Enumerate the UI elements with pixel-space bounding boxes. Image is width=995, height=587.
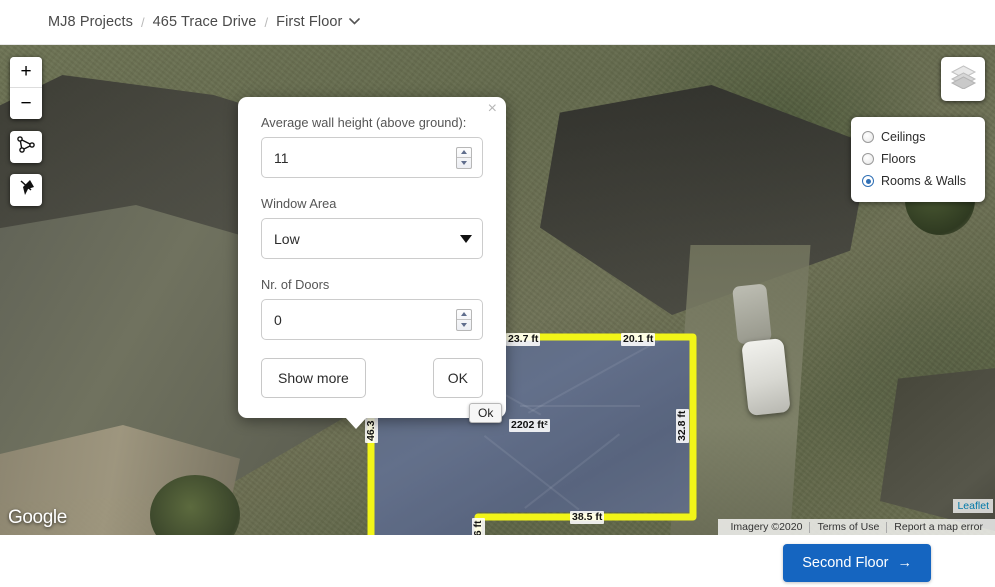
breadcrumb-item-projects[interactable]: MJ8 Projects [48, 14, 133, 30]
edge-label-6-6: 6.6 ft [472, 518, 485, 535]
breadcrumb-item-address[interactable]: 465 Trace Drive [153, 14, 257, 30]
layer-label-rooms-walls: Rooms & Walls [881, 174, 966, 188]
stepper-down-icon[interactable] [457, 320, 471, 330]
zoom-in-button[interactable]: + [10, 57, 42, 88]
ok-tooltip: Ok [469, 403, 503, 423]
zoom-out-button[interactable]: − [10, 88, 42, 119]
zoom-control[interactable]: + − [10, 57, 42, 119]
breadcrumb-separator: / [264, 14, 269, 30]
layers-panel[interactable]: Ceilings Floors Rooms & Walls [851, 117, 985, 202]
layer-option-ceilings[interactable]: Ceilings [862, 126, 975, 148]
wall-height-input[interactable]: 11 [261, 137, 483, 178]
room-properties-dialog: × Average wall height (above ground): 11… [238, 97, 506, 429]
pointer-pick-icon [16, 177, 37, 203]
map-attribution-bar: Imagery ©2020 Terms of Use Report a map … [718, 519, 995, 535]
radio-rooms-walls-icon[interactable] [862, 175, 874, 187]
chevron-down-icon[interactable] [460, 234, 472, 243]
radio-ceilings-icon[interactable] [862, 131, 874, 143]
show-more-button[interactable]: Show more [261, 358, 366, 398]
field-window-area: Window Area Low [261, 196, 483, 259]
edge-label-38-5: 38.5 ft [570, 511, 605, 524]
attribution-report-link[interactable]: Report a map error [887, 521, 990, 533]
attribution-terms-link[interactable]: Terms of Use [810, 521, 886, 533]
pick-select-tool-button[interactable] [10, 174, 42, 206]
breadcrumb-item-floor[interactable]: First Floor [276, 14, 361, 30]
app-root: MJ8 Projects / 465 Trace Drive / First F… [0, 0, 995, 587]
stepper-up-icon[interactable] [457, 310, 471, 320]
doors-value: 0 [274, 311, 282, 328]
second-floor-label: Second Floor [802, 555, 889, 571]
google-watermark: Google [8, 507, 67, 528]
field-wall-height: Average wall height (above ground): 11 [261, 115, 483, 178]
dialog-actions: Show more OK [261, 358, 483, 398]
edge-label-23-7: 23.7 ft [506, 333, 541, 346]
radio-floors-icon[interactable] [862, 153, 874, 165]
arrow-right-icon: → [897, 555, 913, 571]
doors-input[interactable]: 0 [261, 299, 483, 340]
doors-stepper[interactable] [456, 308, 472, 331]
breadcrumb-bar: MJ8 Projects / 465 Trace Drive / First F… [0, 0, 995, 45]
window-area-select[interactable]: Low [261, 218, 483, 259]
bottom-bar: Second Floor → [0, 535, 995, 587]
window-area-label: Window Area [261, 196, 337, 211]
layers-toggle-button[interactable] [941, 57, 985, 101]
attribution-imagery: Imagery ©2020 [730, 521, 803, 533]
breadcrumb-separator: / [141, 14, 145, 30]
draw-polygon-tool-button[interactable] [10, 131, 42, 163]
stepper-up-icon[interactable] [457, 148, 471, 158]
edge-label-20-1: 20.1 ft [621, 333, 656, 346]
layer-label-ceilings: Ceilings [881, 130, 926, 144]
second-floor-button[interactable]: Second Floor → [783, 544, 931, 582]
stepper-down-icon[interactable] [457, 158, 471, 168]
polygon-area-label: 2202 ft² [509, 419, 550, 432]
layer-option-floors[interactable]: Floors [862, 148, 975, 170]
edge-label-32-8: 32.8 ft [676, 408, 689, 443]
chevron-down-icon [349, 16, 361, 28]
wall-height-value: 11 [274, 149, 289, 166]
field-doors: Nr. of Doors 0 [261, 277, 483, 340]
layer-option-rooms-walls[interactable]: Rooms & Walls [862, 170, 975, 192]
breadcrumb-floor-label: First Floor [276, 14, 343, 30]
map-canvas[interactable]: 23.7 ft 20.1 ft 32.8 ft 38.5 ft 6.6 ft 2… [0, 45, 995, 535]
polygon-draw-icon [16, 134, 37, 160]
doors-label: Nr. of Doors [261, 277, 330, 292]
wall-height-stepper[interactable] [456, 146, 472, 169]
close-icon[interactable]: × [488, 101, 497, 117]
layers-stack-icon [950, 64, 977, 94]
wall-height-label: Average wall height (above ground): [261, 115, 467, 130]
leaflet-attribution-link[interactable]: Leaflet [953, 499, 993, 513]
window-area-value: Low [274, 230, 300, 247]
ok-button[interactable]: OK [432, 358, 483, 398]
layer-label-floors: Floors [881, 152, 916, 166]
